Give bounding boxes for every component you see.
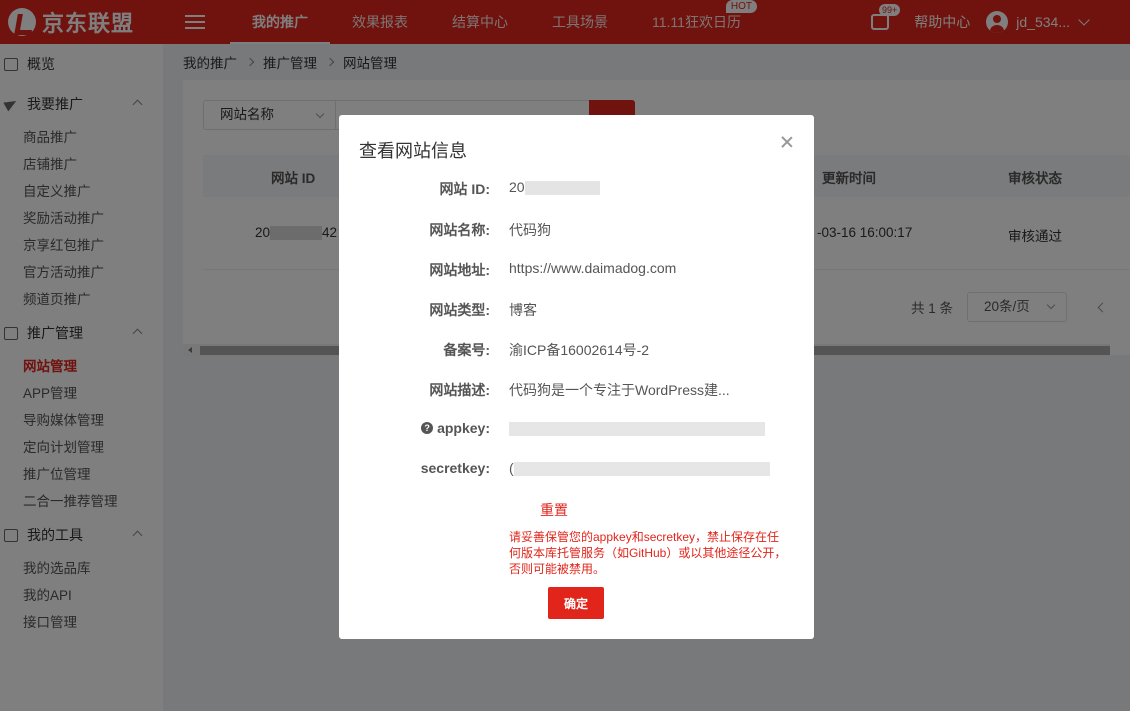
field-label: 网站 ID: xyxy=(439,181,490,197)
redacted-block xyxy=(513,462,770,477)
field-label: secretkey: xyxy=(420,460,490,476)
dialog-title: 查看网站信息 xyxy=(359,141,467,161)
field-website-type: 网站类型: 博客 xyxy=(339,300,814,320)
field-icp-number: 备案号: 渝ICP备16002614号-2 xyxy=(339,340,814,360)
question-icon[interactable]: ? xyxy=(421,422,434,434)
redacted-block xyxy=(509,422,765,437)
close-icon[interactable] xyxy=(780,135,794,149)
website-id-prefix: 20 xyxy=(509,179,525,195)
field-label: 网站类型: xyxy=(429,302,490,318)
website-info-dialog: 查看网站信息 网站 ID: 20 网站名称: 代码狗 网站地址: https:/… xyxy=(339,115,814,639)
field-website-name: 网站名称: 代码狗 xyxy=(339,220,814,240)
field-label: 网站名称: xyxy=(429,222,490,238)
reset-key-link[interactable]: 重置 xyxy=(540,500,568,520)
field-value: 渝ICP备16002614号-2 xyxy=(509,342,650,358)
field-appkey: ? appkey: xyxy=(339,420,814,440)
field-value: https://www.daimadog.com xyxy=(509,260,677,276)
confirm-button[interactable]: 确定 xyxy=(548,587,604,619)
security-warning: 请妥善保管您的appkey和secretkey，禁止保存在任何版本库托管服务（如… xyxy=(509,530,787,576)
field-label: 网站地址: xyxy=(429,262,490,278)
appkey-label: appkey: xyxy=(437,420,490,436)
redacted-block xyxy=(524,181,600,196)
field-value: 20 xyxy=(509,179,600,196)
field-website-desc: 网站描述: 代码狗是一个专注于WordPress建... xyxy=(339,380,814,400)
field-website-url: 网站地址: https://www.daimadog.com xyxy=(339,260,814,280)
field-value: 代码狗 xyxy=(509,222,551,238)
field-label: 备案号: xyxy=(443,342,490,358)
field-value: 代码狗是一个专注于WordPress建... xyxy=(509,382,730,398)
field-value xyxy=(509,420,765,437)
field-label: ? appkey: xyxy=(421,420,490,436)
field-website-id: 网站 ID: 20 xyxy=(339,179,814,199)
field-value: 博客 xyxy=(509,302,537,318)
field-value: ( xyxy=(509,460,770,477)
field-secretkey: secretkey: ( xyxy=(339,460,814,480)
field-label: 网站描述: xyxy=(429,382,490,398)
